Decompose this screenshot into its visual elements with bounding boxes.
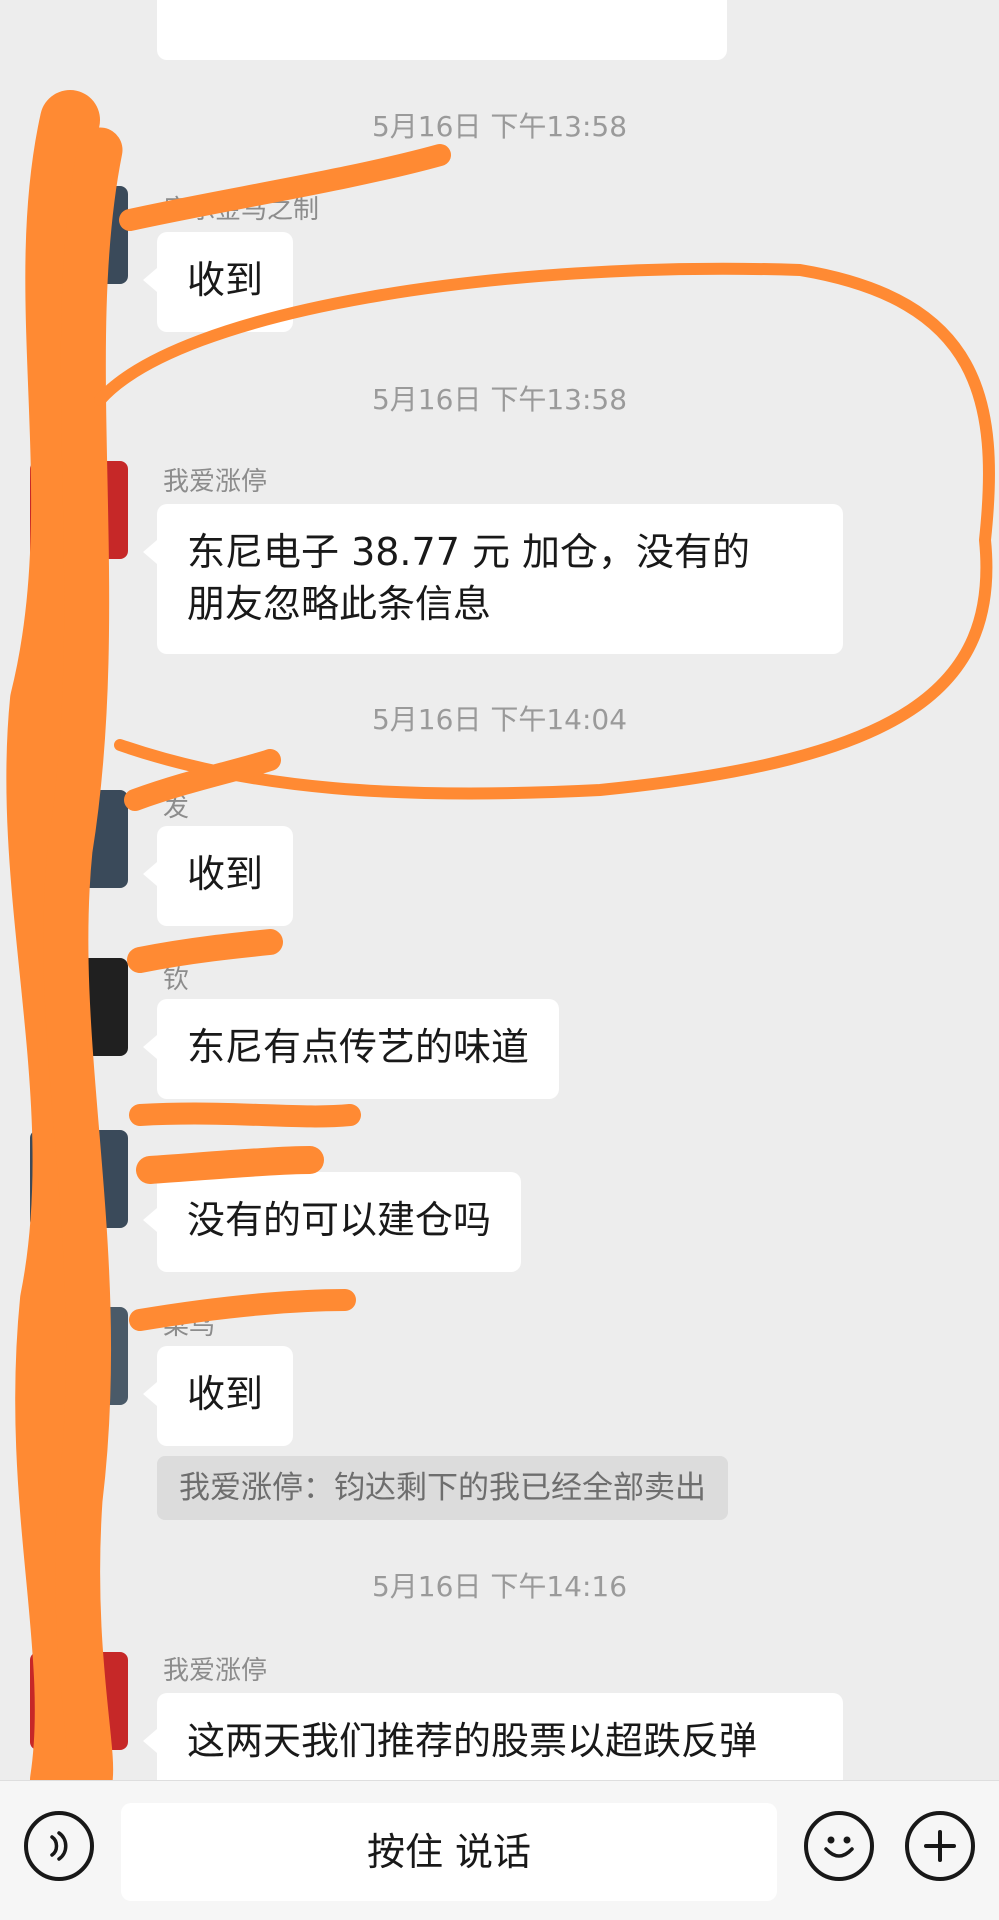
scribble-vertical — [6, 90, 100, 1780]
message-text: 东尼有点传艺的味道 — [187, 1025, 530, 1069]
message-text: 这两天我们推荐的股票以超跌反弹 — [187, 1719, 758, 1763]
avatar[interactable] — [30, 1130, 128, 1228]
message-text: 收到 — [187, 1372, 264, 1416]
message-bubble[interactable]: 收到 — [142, 1346, 294, 1446]
emoji-icon[interactable] — [804, 1811, 874, 1881]
sender-name: 我爱涨停 — [163, 1656, 268, 1686]
timestamp: 5月16日 下午14:04 — [371, 703, 628, 736]
sender-name: 我爱涨停 — [163, 467, 268, 497]
message-text: 收到 — [187, 258, 264, 302]
system-message: 我爱涨停：钧达剩下的我已经全部卖出 — [157, 1456, 728, 1520]
message-text-line: 朋友忽略此条信息 — [187, 582, 492, 626]
avatar[interactable] — [30, 461, 128, 559]
message-text: 没有的可以建仓吗 — [187, 1198, 492, 1242]
hold-to-talk-button[interactable]: 按住 说话 — [121, 1803, 777, 1901]
avatar[interactable] — [30, 186, 128, 284]
message-bubble[interactable]: 没有的可以建仓吗 — [142, 1172, 522, 1272]
timestamp: 5月16日 下午14:16 — [371, 1570, 628, 1603]
voice-icon[interactable] — [24, 1811, 94, 1881]
message-bubble[interactable]: 这两天我们推荐的股票以超跌反弹 — [143, 1693, 843, 1780]
plus-icon[interactable] — [905, 1811, 975, 1881]
scribble-stroke — [129, 1102, 361, 1128]
sender-name: 菜鸟 — [163, 1311, 216, 1341]
message-bubble[interactable]: 东尼有点传艺的味道 — [142, 999, 560, 1099]
message-text-line: 东尼电子 38.77 元 加仓，没有的 — [187, 530, 751, 574]
partial-message-bubble — [157, 0, 727, 60]
scribble-stroke — [136, 1146, 324, 1184]
message-bubble[interactable]: 东尼电子 38.77 元 加仓，没有的 朋友忽略此条信息 — [143, 504, 843, 654]
avatar[interactable] — [30, 958, 128, 1056]
sender-name: 康乐金马之制 — [163, 195, 320, 225]
input-bar: 按住 说话 — [0, 1780, 999, 1920]
chat-area[interactable]: 5月16日 下午13:58 康乐金马之制 收到 5月16日 下午13:58 我爱… — [0, 0, 999, 1780]
message-text: 收到 — [187, 852, 264, 896]
timestamp: 5月16日 下午13:58 — [371, 383, 628, 416]
avatar[interactable] — [30, 1307, 128, 1405]
message-bubble[interactable]: 收到 — [142, 826, 294, 926]
scribble-stroke — [127, 929, 283, 973]
message-bubble[interactable]: 收到 — [142, 232, 294, 332]
scribble-stroke — [124, 749, 281, 811]
sender-name: 发 — [163, 793, 190, 823]
avatar[interactable] — [30, 790, 128, 888]
avatar[interactable] — [30, 1652, 128, 1750]
sender-name: 钦 — [163, 965, 190, 995]
timestamp: 5月16日 下午13:58 — [371, 110, 628, 143]
